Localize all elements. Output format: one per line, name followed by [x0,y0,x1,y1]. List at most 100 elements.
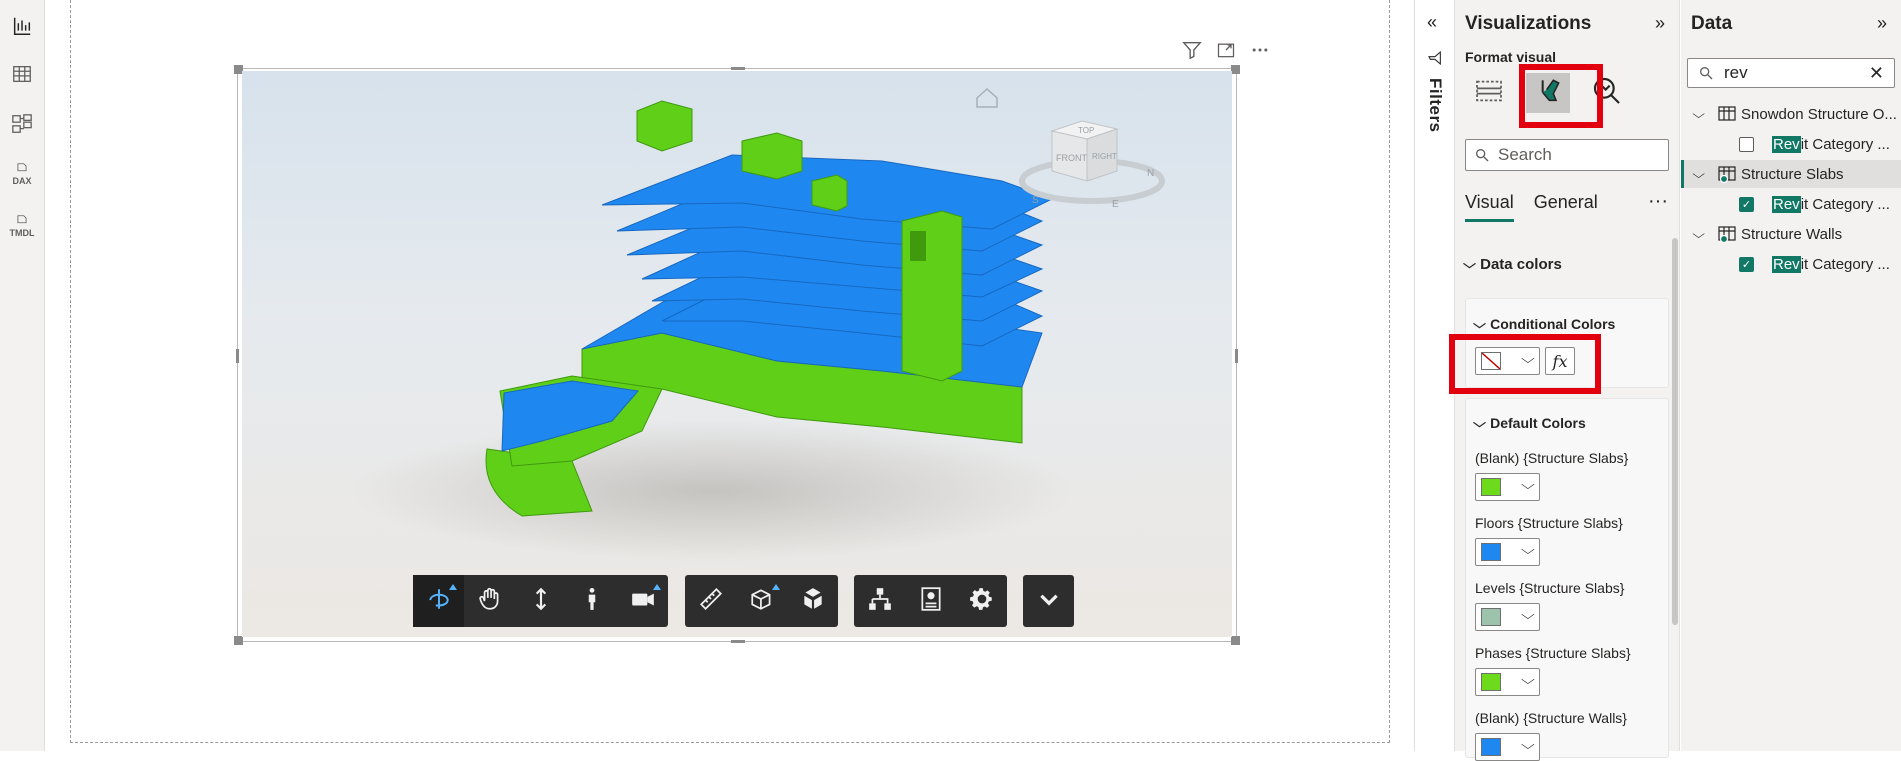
section-icon [749,586,775,617]
format-scrollbar[interactable] [1672,238,1678,625]
data-colors-section[interactable]: ⌵ Data colors [1463,256,1562,273]
model-view-icon[interactable] [8,110,36,138]
tab-visual[interactable]: Visual [1465,192,1514,222]
viewcube-top-label: TOP [1078,126,1094,135]
resize-handle[interactable] [731,640,745,643]
building-model[interactable]: TOP FRONT RIGHT S E N [242,71,1232,637]
resize-handle[interactable] [1231,65,1240,74]
orbit-button[interactable] [413,575,464,627]
color-picker[interactable]: ⌵ [1475,538,1540,566]
focus-mode-icon[interactable] [1215,39,1237,61]
model-viewport[interactable]: TOP FRONT RIGHT S E N [242,71,1232,637]
resize-handle[interactable] [1231,636,1240,645]
color-picker[interactable]: ⌵ [1475,733,1540,761]
dax-query-view-icon[interactable]: DAX [8,160,36,188]
explode-button[interactable] [787,575,838,627]
camera-button[interactable] [617,575,668,627]
resize-handle[interactable] [236,349,239,363]
home-icon[interactable] [976,87,998,108]
report-view-icon[interactable] [8,12,36,40]
search-match-highlight: Rev [1772,255,1801,273]
viewcube[interactable]: TOP FRONT RIGHT S E N [1019,120,1165,210]
visualizations-title: Visualizations [1465,13,1592,34]
collapse-data-icon[interactable]: » [1877,13,1887,34]
chevron-down-icon: ⌵ [1521,607,1535,622]
data-search-input[interactable]: rev ✕ [1687,58,1895,88]
tree-field[interactable]: ✓ Rev it Category ... [1681,190,1901,218]
build-visual-icon [1473,75,1505,112]
format-visual-label: Format visual [1465,49,1557,65]
chevron-down-icon: ⌵ [1521,542,1535,557]
more-options-icon[interactable] [1249,39,1271,61]
expand-toolbar-button[interactable] [1023,575,1074,627]
properties-button[interactable] [905,575,956,627]
color-swatch [1481,738,1501,756]
color-swatch [1481,543,1501,561]
conditional-colors-header[interactable]: ⌵ Conditional Colors [1473,316,1615,332]
tree-table-label: Snowdon Structure O... [1741,105,1897,123]
clear-search-icon[interactable]: ✕ [1869,63,1884,84]
color-picker[interactable]: ⌵ [1475,473,1540,501]
orbit-icon [426,586,452,617]
dax-label: DAX [12,176,32,186]
pan-button[interactable] [464,575,515,627]
model-browser-button[interactable] [854,575,905,627]
tab-general[interactable]: General [1534,192,1598,222]
tools-toolbar [854,575,1007,627]
pan-icon [477,586,503,617]
model-shadow [352,421,1072,561]
chevron-down-icon: ⌵ [1521,672,1535,687]
compass-n-label: N [1147,168,1154,179]
data-pane: Data » rev ✕ ⌵ Snowdon Structure O... Re… [1681,0,1901,751]
resize-handle[interactable] [234,636,243,645]
tree-field[interactable]: Rev it Category ... [1681,130,1901,158]
conditional-formatting-fx-button[interactable]: fx [1545,347,1575,375]
tree-table-structure-slabs[interactable]: ⌵ Structure Slabs [1681,160,1901,188]
tree-table-structure-walls[interactable]: ⌵ Structure Walls [1681,220,1901,248]
color-row-label: Floors {Structure Slabs} [1475,515,1623,531]
resize-handle[interactable] [1235,349,1238,363]
color-swatch [1481,673,1501,691]
visualizations-pane: Visualizations » Format visual Search Vi… [1449,0,1680,761]
3d-viewer-visual[interactable]: TOP FRONT RIGHT S E N [234,65,1240,645]
color-row-label: (Blank) {Structure Slabs} [1475,450,1629,466]
tree-field[interactable]: ✓ Rev it Category ... [1681,250,1901,278]
expand-chevron-icon [1036,586,1062,617]
table-icon [1717,105,1737,123]
visual-search-input[interactable]: Search [1465,139,1669,171]
default-colors-header[interactable]: ⌵ Default Colors [1473,415,1586,431]
tree-field-label: it Category ... [1800,135,1890,153]
expand-toolbar [1023,575,1074,627]
table-view-icon[interactable] [8,60,36,88]
color-picker[interactable]: ⌵ [1475,603,1540,631]
tree-table-snowdon[interactable]: ⌵ Snowdon Structure O... [1681,100,1901,128]
measure-button[interactable] [685,575,736,627]
left-rail: DAX TMDL [0,0,45,751]
field-checkbox-checked[interactable]: ✓ [1739,196,1754,212]
visual-header [1181,38,1281,62]
settings-icon [969,586,995,617]
expand-filters-icon[interactable]: « [1427,12,1437,33]
section-button[interactable] [736,575,787,627]
chevron-down-icon: ⌵ [1692,106,1705,121]
field-checkbox-checked[interactable]: ✓ [1739,256,1754,272]
settings-button[interactable] [956,575,1007,627]
measure-icon [698,586,724,617]
core-door [910,231,926,261]
walk-button[interactable] [566,575,617,627]
color-row-label: Phases {Structure Slabs} [1475,645,1631,661]
table-icon [1717,165,1737,184]
tmdl-view-icon[interactable]: TMDL [8,212,36,240]
collapse-visualizations-icon[interactable]: » [1655,13,1665,34]
chevron-down-icon: ⌵ [1521,477,1535,492]
zoom-button[interactable] [515,575,566,627]
build-visual-tab[interactable] [1467,73,1511,113]
more-options-icon[interactable]: ··· [1648,190,1668,213]
color-picker[interactable]: ⌵ [1475,668,1540,696]
color-row-label: Levels {Structure Slabs} [1475,580,1625,596]
filter-icon[interactable] [1181,39,1203,61]
data-colors-label: Data colors [1480,256,1562,273]
chevron-down-icon: ⌵ [1473,415,1486,430]
field-checkbox[interactable] [1739,136,1754,152]
resize-handle[interactable] [731,67,745,70]
